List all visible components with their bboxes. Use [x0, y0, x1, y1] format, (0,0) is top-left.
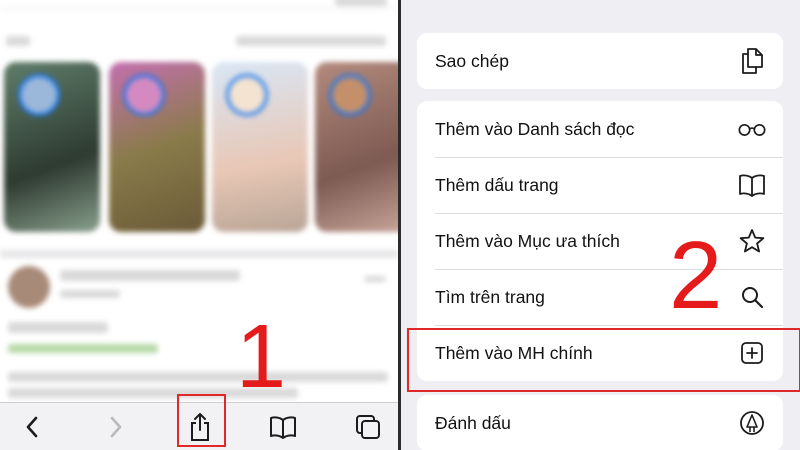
- search-icon: [737, 282, 767, 312]
- markup-group: Đánh dấu: [417, 395, 783, 450]
- menu-item-label: Sao chép: [435, 50, 509, 71]
- left-browser-screen: 1: [0, 0, 398, 450]
- copy-group: Sao chép: [417, 33, 783, 89]
- menu-item-label: Thêm vào Danh sách đọc: [435, 118, 635, 139]
- share-sheet: Sao chép Thêm vào Danh sách đọc Thêm dấu…: [401, 0, 800, 450]
- menu-item-label: Thêm vào Mục ưa thích: [435, 230, 620, 251]
- tabs-icon: [356, 415, 380, 439]
- story-card: [315, 62, 398, 232]
- forward-button[interactable]: [86, 403, 146, 450]
- tabs-button[interactable]: [338, 403, 398, 450]
- menu-item-add-favorites[interactable]: Thêm vào Mục ưa thích: [417, 213, 783, 269]
- menu-item-label: Đánh dấu: [435, 412, 511, 433]
- chevron-right-icon: [110, 416, 122, 438]
- bookmarks-button[interactable]: [253, 403, 313, 450]
- menu-item-label: Thêm dấu trang: [435, 174, 559, 195]
- book-icon: [737, 170, 767, 200]
- step-number-2: 2: [669, 222, 723, 329]
- menu-item-markup[interactable]: Đánh dấu: [417, 395, 783, 450]
- step-number-1: 1: [236, 307, 287, 407]
- copy-icon: [737, 46, 767, 76]
- story-card: [212, 62, 308, 232]
- star-icon: [737, 226, 767, 256]
- book-icon: [270, 416, 296, 439]
- menu-item-label: Tìm trên trang: [435, 286, 545, 307]
- story-card: [4, 62, 100, 232]
- share-button-highlight: [177, 394, 226, 447]
- menu-item-reading-list[interactable]: Thêm vào Danh sách đọc: [417, 101, 783, 157]
- back-button[interactable]: [2, 403, 62, 450]
- add-to-home-highlight: [407, 328, 800, 392]
- menu-item-find-on-page[interactable]: Tìm trên trang: [417, 269, 783, 325]
- menu-item-copy[interactable]: Sao chép: [417, 33, 783, 89]
- chevron-left-icon: [26, 416, 38, 438]
- markup-pen-icon: [737, 408, 767, 438]
- story-card: [109, 62, 205, 232]
- glasses-icon: [737, 114, 767, 144]
- menu-item-add-bookmark[interactable]: Thêm dấu trang: [417, 157, 783, 213]
